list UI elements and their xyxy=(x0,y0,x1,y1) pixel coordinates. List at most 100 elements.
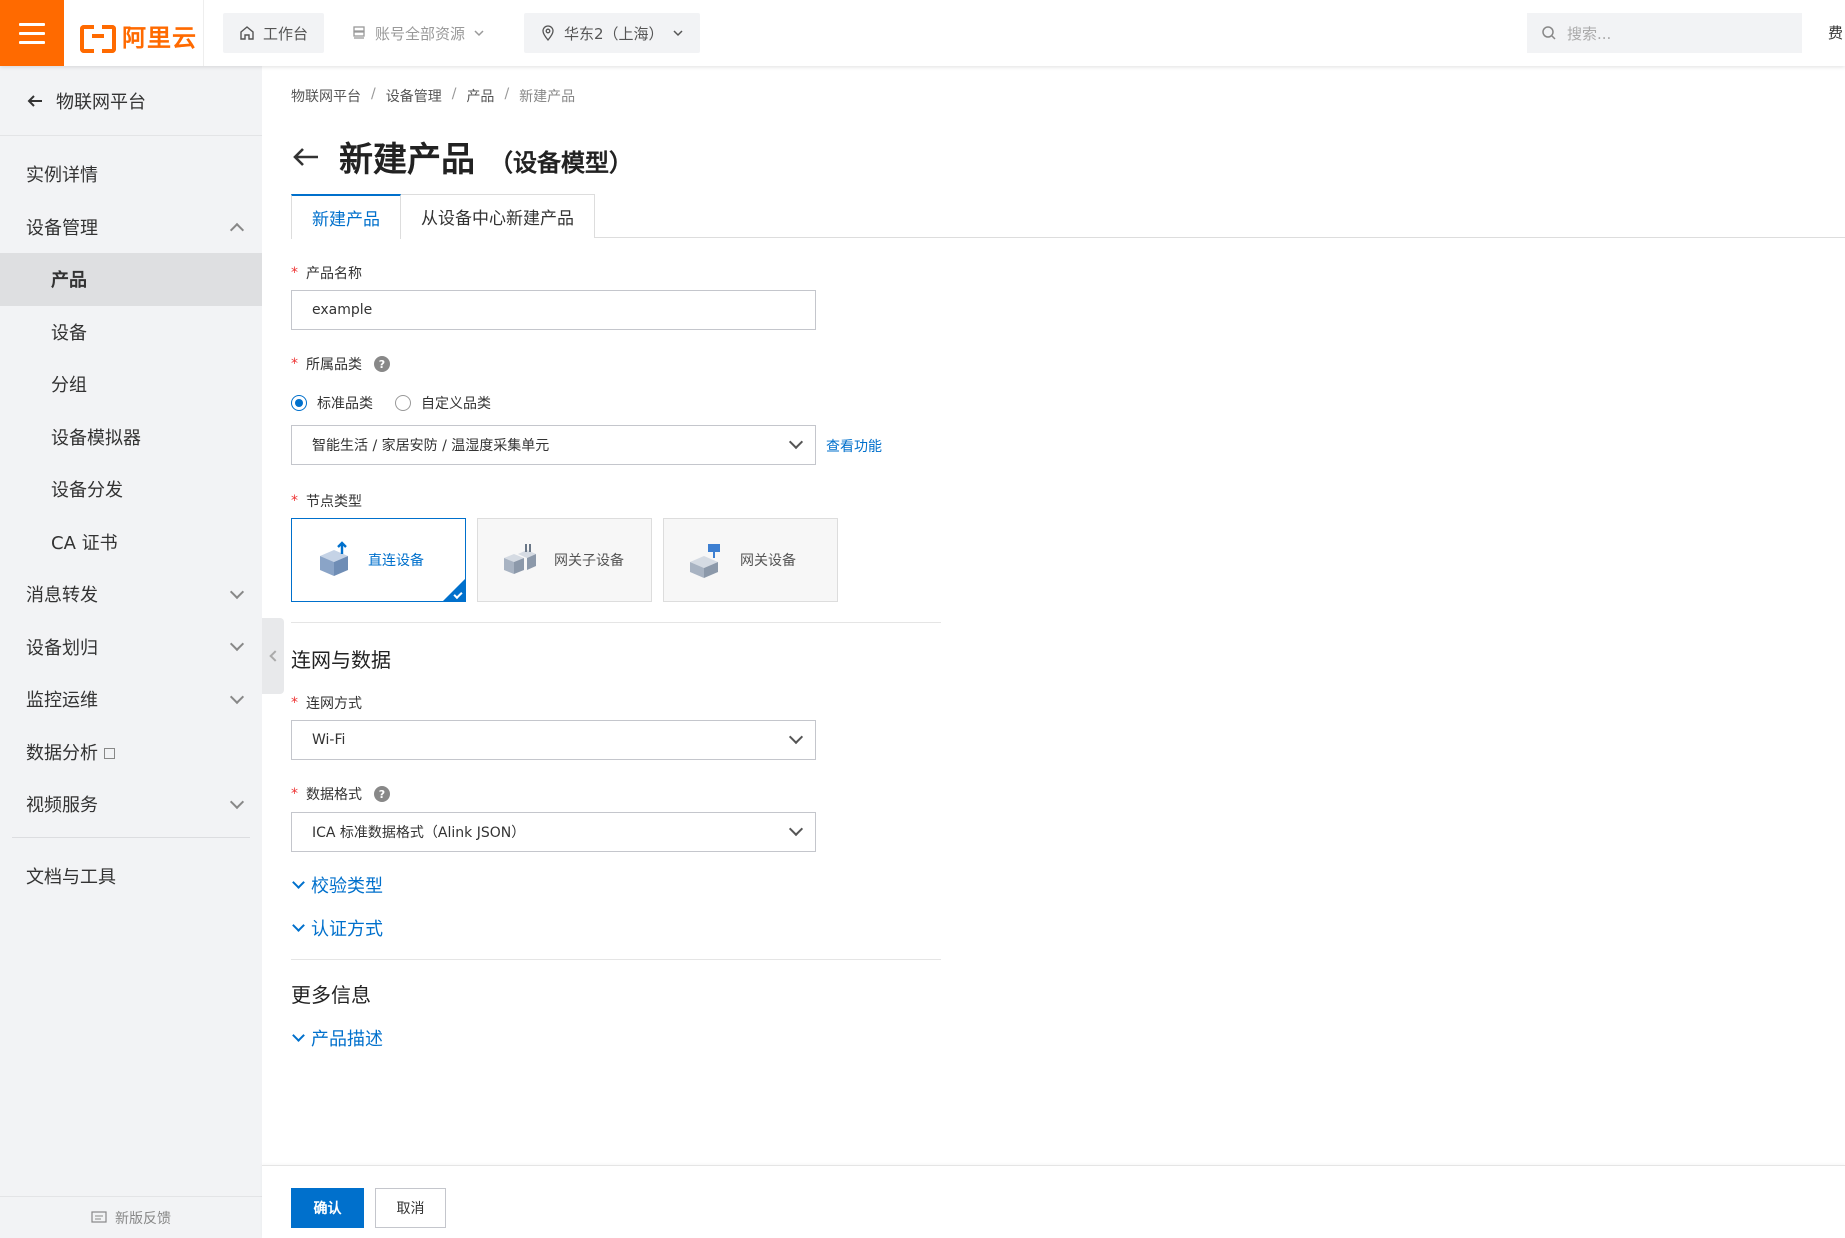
chevron-down-icon xyxy=(229,637,245,652)
sidebar-item-device-simulator[interactable]: 设备模拟器 xyxy=(0,411,262,464)
sidebar-item-message-forwarding[interactable]: 消息转发 xyxy=(0,568,262,621)
region-dropdown[interactable]: 华东2（上海） xyxy=(524,13,700,53)
category-radio-group: 标准品类 自定义品类 xyxy=(291,393,491,413)
network-select[interactable]: Wi-Fi xyxy=(291,720,816,760)
footer-actions: 确认 取消 xyxy=(262,1165,1845,1238)
node-type-label: * 节点类型 xyxy=(291,493,362,510)
node-card-gateway-device[interactable]: 网关设备 xyxy=(663,518,838,602)
chevron-down-icon xyxy=(788,729,804,745)
select-value: ICA 标准数据格式（Alink JSON） xyxy=(312,825,526,841)
data-format-select[interactable]: ICA 标准数据格式（Alink JSON） xyxy=(291,812,816,852)
search-input[interactable]: 搜索... xyxy=(1527,13,1802,53)
help-icon[interactable]: ? xyxy=(374,786,390,802)
tab-from-device-center[interactable]: 从设备中心新建产品 xyxy=(401,194,595,238)
label-text: 产品名称 xyxy=(306,266,362,282)
toggle-label: 产品描述 xyxy=(311,1029,383,1050)
breadcrumb-iot[interactable]: 物联网平台 xyxy=(291,86,361,106)
chevron-left-icon xyxy=(269,650,281,662)
view-function-link[interactable]: 查看功能 xyxy=(826,436,882,456)
verify-type-toggle[interactable]: 校验类型 xyxy=(291,872,383,898)
sidebar-item-data-analysis[interactable]: 数据分析 xyxy=(0,726,262,779)
sidebar-item-label: 产品 xyxy=(51,270,87,292)
sidebar-item-device[interactable]: 设备 xyxy=(0,306,262,359)
chevron-down-icon xyxy=(292,1028,305,1042)
home-icon xyxy=(240,26,254,40)
sidebar-item-label: 设备 xyxy=(51,322,87,344)
sidebar-item-device-management[interactable]: 设备管理 xyxy=(0,201,262,254)
breadcrumb-current: 新建产品 xyxy=(519,89,576,105)
workbench-label: 工作台 xyxy=(263,24,309,43)
chevron-down-icon xyxy=(229,794,245,809)
help-icon[interactable]: ? xyxy=(374,356,390,372)
node-card-label: 网关子设备 xyxy=(554,553,624,569)
chevron-down-icon xyxy=(229,689,245,704)
divider xyxy=(291,622,941,623)
sidebar-item-label: 文档与工具 xyxy=(26,866,116,888)
gateway-sub-device-icon xyxy=(504,544,536,574)
sidebar-item-label: 设备划归 xyxy=(26,637,98,659)
sidebar-item-device-assignment[interactable]: 设备划归 xyxy=(0,621,262,674)
radio-label: 自定义品类 xyxy=(421,396,491,412)
radio-standard-category[interactable]: 标准品类 xyxy=(291,393,373,413)
tab-new-product[interactable]: 新建产品 xyxy=(291,194,401,239)
page-title: 新建产品 （设备模型） xyxy=(291,132,633,181)
label-text: 数据格式 xyxy=(306,787,362,803)
sidebar-item-label: 实例详情 xyxy=(26,165,98,187)
sidebar-item-instance-details[interactable]: 实例详情 xyxy=(0,148,262,201)
resources-dropdown[interactable]: 账号全部资源 xyxy=(335,13,501,53)
product-desc-toggle[interactable]: 产品描述 xyxy=(291,1025,383,1051)
input-value: example xyxy=(312,302,373,318)
category-select[interactable]: 智能生活 / 家居安防 / 温湿度采集单元 xyxy=(291,425,816,465)
sidebar-item-product[interactable]: 产品 xyxy=(0,253,262,306)
radio-custom-category[interactable]: 自定义品类 xyxy=(395,393,491,413)
label-text: 所属品类 xyxy=(306,357,362,373)
region-label: 华东2（上海） xyxy=(564,24,664,43)
resources-label: 账号全部资源 xyxy=(375,24,466,43)
back-arrow-icon[interactable] xyxy=(291,145,321,169)
sidebar-item-ca-certificate[interactable]: CA 证书 xyxy=(0,516,262,569)
cancel-button[interactable]: 取消 xyxy=(375,1188,446,1228)
sidebar-item-device-distribution[interactable]: 设备分发 xyxy=(0,463,262,516)
workbench-button[interactable]: 工作台 xyxy=(223,13,325,53)
hamburger-menu-icon[interactable] xyxy=(0,0,64,66)
sidebar-item-group[interactable]: 分组 xyxy=(0,358,262,411)
breadcrumb-device-management[interactable]: 设备管理 xyxy=(386,86,442,106)
aliyun-logo[interactable]: 阿里云 xyxy=(80,18,197,53)
sidebar-collapse-handle[interactable] xyxy=(262,618,284,694)
logo-text: 阿里云 xyxy=(122,24,197,52)
server-icon xyxy=(353,26,365,39)
sidebar-back-button[interactable]: 物联网平台 xyxy=(0,66,262,136)
toggle-label: 认证方式 xyxy=(311,919,383,940)
sidebar-divider xyxy=(12,836,250,838)
product-name-input[interactable]: example xyxy=(291,290,816,330)
breadcrumb-product[interactable]: 产品 xyxy=(466,86,494,106)
tab-bar: 新建产品 从设备中心新建产品 xyxy=(291,194,1845,239)
chevron-down-icon xyxy=(788,821,804,837)
radio-checked-icon xyxy=(291,395,307,411)
sidebar-item-video-service[interactable]: 视频服务 xyxy=(0,778,262,831)
radio-label: 标准品类 xyxy=(317,396,373,412)
gateway-device-icon xyxy=(690,544,720,578)
logo-bracket-icon xyxy=(80,22,116,53)
chevron-up-icon xyxy=(229,222,245,237)
sidebar-item-label: 视频服务 xyxy=(26,795,98,817)
node-card-gateway-sub-device[interactable]: 网关子设备 xyxy=(477,518,652,602)
toggle-label: 校验类型 xyxy=(311,876,383,897)
search-icon xyxy=(1542,26,1556,40)
label-text: 连网方式 xyxy=(306,696,362,712)
chevron-down-icon xyxy=(292,875,305,889)
fee-menu[interactable]: 费 xyxy=(1828,22,1843,43)
product-name-label: * 产品名称 xyxy=(291,265,362,282)
sidebar-item-docs-tools[interactable]: 文档与工具 xyxy=(0,850,262,903)
node-type-cards: 直连设备 网关子设备 网关设备 xyxy=(291,518,838,602)
auth-method-toggle[interactable]: 认证方式 xyxy=(291,915,383,941)
sidebar-item-monitoring[interactable]: 监控运维 xyxy=(0,673,262,726)
node-card-direct-device[interactable]: 直连设备 xyxy=(291,518,466,602)
label-text: 节点类型 xyxy=(306,494,362,510)
sidebar-item-label: 数据分析 xyxy=(26,742,98,764)
confirm-button[interactable]: 确认 xyxy=(291,1188,364,1228)
feedback-button[interactable]: 新版反馈 xyxy=(0,1196,262,1238)
external-link-icon xyxy=(104,748,115,760)
sidebar: 物联网平台 实例详情 设备管理 产品 设备 分组 设备模拟器 设备分发 CA 证… xyxy=(0,66,262,1238)
sidebar-item-label: 监控运维 xyxy=(26,690,98,712)
